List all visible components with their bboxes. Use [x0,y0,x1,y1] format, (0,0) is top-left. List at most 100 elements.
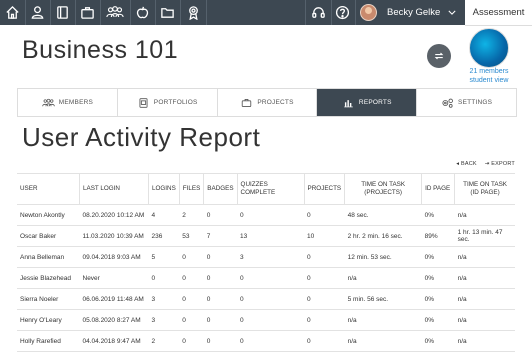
person-icon[interactable] [25,0,51,25]
column-header[interactable]: TIME ON TASK (ID PAGE) [454,173,515,205]
column-header[interactable]: BADGES [203,173,238,205]
table-cell: 0 [304,288,345,310]
table-cell: 0 [203,267,238,289]
table-cell: 0% [421,288,455,310]
table-cell: 48 sec. [344,204,422,226]
group-image[interactable] [469,28,509,68]
folder-icon[interactable] [155,0,181,25]
user-name: Becky Gelke [387,7,441,18]
table-cell: 0 [148,267,180,289]
table-cell: 0 [179,246,204,268]
tab-settings[interactable]: SETTINGS [417,89,516,116]
apple-icon[interactable] [130,0,156,25]
table-row: Sierra Noeler 06.06.2019 11:48 AM 3 0 0 0 0 5 m… [17,288,515,310]
table-cell: 0 [237,204,305,226]
table-row: Newton Akontly 08.20.2020 10:12 AM 4 2 0 0 0 48… [17,204,515,226]
assessment-tab[interactable]: Assessment [465,0,532,26]
table-cell: 5 min. 56 sec. [344,288,422,310]
table-cell: 1 hr. 13 min. 47 sec. [454,225,515,247]
tab-portfolios[interactable]: PORTFOLIOS [118,89,218,116]
headset-icon[interactable] [305,0,332,25]
table-cell: n/a [454,330,515,352]
table-cell: 0 [203,309,238,331]
table-cell: 0 [237,330,305,352]
column-header[interactable]: USER [17,173,80,205]
user-name-cell[interactable]: Sierra Noeler [17,288,80,310]
sync-button[interactable] [427,44,451,68]
table-cell: 4 [148,204,180,226]
group-icon[interactable] [100,0,131,25]
export-label: EXPORT [491,161,515,167]
column-header[interactable]: ID PAGE [421,173,455,205]
table-cell: 3 [148,309,180,331]
table-cell: 06.06.2019 11:48 AM [79,288,149,310]
table-cell: 0 [179,309,204,331]
user-name-cell[interactable]: Newton Akontly [17,204,80,226]
award-icon[interactable] [180,0,207,25]
bar-chart-icon [344,99,353,107]
table-row: Henry O'Leary 05.08.2020 8:27 AM 3 0 0 0 0 n/a 0… [17,309,515,331]
table-row: Holly Rarefied 04.04.2018 9:47 AM 2 0 0 0 0 n/a… [17,330,515,352]
tab-projects[interactable]: PROJECTS [218,89,318,116]
table-cell: n/a [454,267,515,289]
column-header[interactable]: PROJECTS [303,173,345,205]
table-cell: 0% [421,204,455,226]
table-cell: 0% [421,246,455,268]
briefcase-icon[interactable] [75,0,101,25]
tab-reports[interactable]: REPORTS [317,89,418,116]
table-cell: 3 [148,288,180,310]
table-cell: 13 [237,225,305,247]
members-count[interactable]: 21 members [459,67,519,76]
column-header[interactable]: FILES [178,173,204,205]
table-cell: 53 [179,225,204,247]
table-cell: n/a [454,288,515,310]
user-name-cell[interactable]: Oscar Baker [17,225,80,247]
user-name-cell[interactable]: Jessie Blazehead [17,267,80,289]
back-button[interactable]: ◂ BACK [456,161,476,167]
table-cell: 5 [148,246,180,268]
report-tools: ◂ BACK ⇥ EXPORT [456,161,515,167]
course-tabs: MEMBERS PORTFOLIOS PROJECTS REPORTS SETT… [17,88,517,117]
table-cell: 236 [148,225,180,247]
table-cell: 08.20.2020 10:12 AM [79,204,149,226]
table-cell: n/a [454,309,515,331]
table-cell: 0 [179,288,204,310]
activity-table: USER LAST LOGIN LOGINS FILES BADGES QUIZ… [17,173,515,352]
table-cell: 04.04.2018 9:47 AM [79,330,149,352]
column-header[interactable]: QUIZZES COMPLETE [236,173,305,205]
table-cell: 0 [237,288,305,310]
user-name-cell[interactable]: Henry O'Leary [17,309,80,331]
user-name-cell[interactable]: Anna Belleman [17,246,80,268]
user-menu[interactable]: Becky Gelke [360,0,456,25]
table-cell: 0 [203,330,238,352]
table-cell: 2 [179,204,204,226]
question-icon[interactable] [330,0,356,25]
top-nav-bar: Becky Gelke Assessment [0,0,532,26]
page-title: Business 101 [22,36,179,64]
table-cell: 09.04.2018 9:03 AM [79,246,149,268]
table-cell: 0% [421,330,455,352]
table-cell: 0% [421,309,455,331]
column-header[interactable]: LAST LOGIN [79,173,149,205]
export-button[interactable]: ⇥ EXPORT [485,161,515,167]
table-cell: 05.08.2020 8:27 AM [79,309,149,331]
table-row: Oscar Baker 11.03.2020 10:39 AM 236 53 7 13 10… [17,225,515,247]
briefcase-icon [242,98,252,107]
student-view-link[interactable]: student view [459,76,519,85]
table-cell: 0 [304,246,345,268]
column-header[interactable]: TIME ON TASK (PROJECTS) [344,173,422,205]
tab-label: SETTINGS [458,99,493,106]
column-header[interactable]: LOGINS [148,173,180,205]
home-icon[interactable] [0,0,26,25]
members-link[interactable]: 21 members student view [459,67,519,85]
book-icon[interactable] [50,0,76,25]
sync-icon [434,52,444,60]
table-cell: 10 [304,225,345,247]
chevron-down-icon [448,10,456,15]
table-cell: 0 [203,246,238,268]
user-name-cell[interactable]: Holly Rarefied [17,330,80,352]
report-title: User Activity Report [22,122,261,152]
tab-members[interactable]: MEMBERS [18,89,118,116]
table-cell: 0 [237,267,305,289]
table-cell: 0 [237,309,305,331]
